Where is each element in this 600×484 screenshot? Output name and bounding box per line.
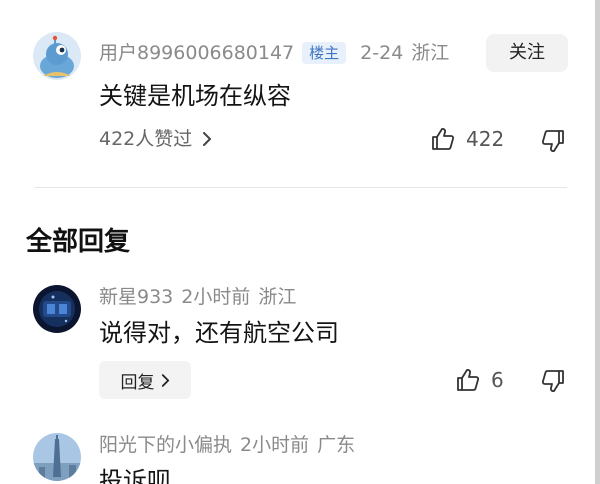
robot-avatar-icon xyxy=(33,32,81,80)
comment-location: 浙江 xyxy=(411,42,450,64)
reply-text: 说得对，还有航空公司 xyxy=(99,319,339,347)
section-title: 全部回复 xyxy=(26,227,131,257)
reply-like-count: 6 xyxy=(491,368,504,392)
likes-link-label: 422人赞过 xyxy=(99,128,193,150)
reply-like-button[interactable]: 6 xyxy=(455,367,504,393)
reply-time: 2小时前 xyxy=(181,286,251,308)
comment-text: 关键是机场在纵容 xyxy=(99,82,291,110)
reply-avatar[interactable] xyxy=(33,285,81,333)
user-avatar[interactable] xyxy=(33,32,81,80)
reply-time: 2小时前 xyxy=(240,434,310,456)
divider xyxy=(34,187,567,188)
reply-button-label: 回复 xyxy=(120,372,155,393)
thumbs-up-icon xyxy=(432,128,455,150)
reply-avatar[interactable] xyxy=(33,433,81,481)
reply-location: 浙江 xyxy=(258,286,297,308)
reply-location: 广东 xyxy=(317,434,356,456)
thumbs-down-icon xyxy=(541,130,564,152)
dislike-button[interactable] xyxy=(540,128,566,154)
reply-meta: 新星933 2小时前 浙江 xyxy=(99,285,304,309)
dark-blue-avatar-icon xyxy=(33,285,81,333)
reply-text: 投诉呗 xyxy=(99,467,171,484)
username[interactable]: 用户8996006680147 xyxy=(99,42,294,64)
like-count: 422 xyxy=(466,127,505,151)
reply-dislike-button[interactable] xyxy=(540,368,566,394)
reply-username[interactable]: 阳光下的小偏执 xyxy=(99,434,232,456)
reply-meta: 阳光下的小偏执 2小时前 广东 xyxy=(99,433,363,457)
thumbs-down-icon xyxy=(541,370,564,392)
tower-avatar-icon xyxy=(33,433,81,481)
comment-meta: 用户8996006680147 楼主 2-24 浙江 xyxy=(99,41,457,65)
follow-button[interactable]: 关注 xyxy=(486,34,568,72)
thumbs-up-icon xyxy=(457,369,480,391)
like-button[interactable]: 422 xyxy=(430,126,504,152)
chevron-right-icon xyxy=(202,126,212,152)
reply-button[interactable]: 回复 xyxy=(99,361,191,399)
scrollbar[interactable] xyxy=(595,0,600,484)
reply-username[interactable]: 新星933 xyxy=(99,286,173,308)
comment-detail-page: 用户8996006680147 楼主 2-24 浙江 关注 关键是机场在纵容 422人… xyxy=(0,0,600,484)
chevron-right-icon xyxy=(161,373,170,387)
likes-link[interactable]: 422人赞过 xyxy=(99,126,212,152)
comment-date: 2-24 xyxy=(360,42,404,64)
op-badge: 楼主 xyxy=(302,42,347,64)
